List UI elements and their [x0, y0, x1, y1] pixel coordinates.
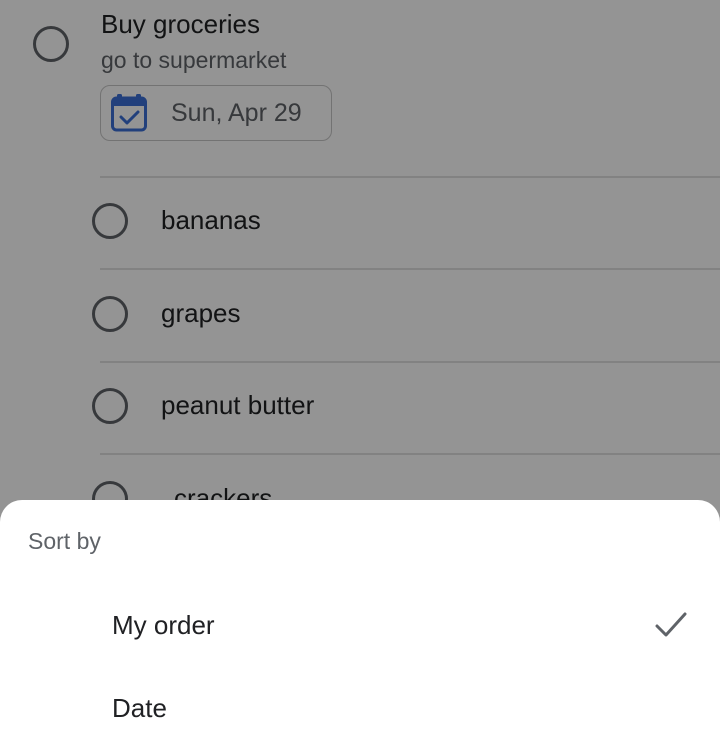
sort-option-my-order[interactable]: My order	[0, 586, 720, 666]
sheet-title: Sort by	[28, 528, 101, 554]
sort-option-label: Date	[112, 693, 167, 723]
sort-bottom-sheet: Sort by My order Date	[0, 500, 720, 740]
sort-option-date[interactable]: Date	[0, 670, 720, 750]
check-icon	[655, 612, 687, 637]
sort-option-label: My order	[112, 610, 215, 640]
